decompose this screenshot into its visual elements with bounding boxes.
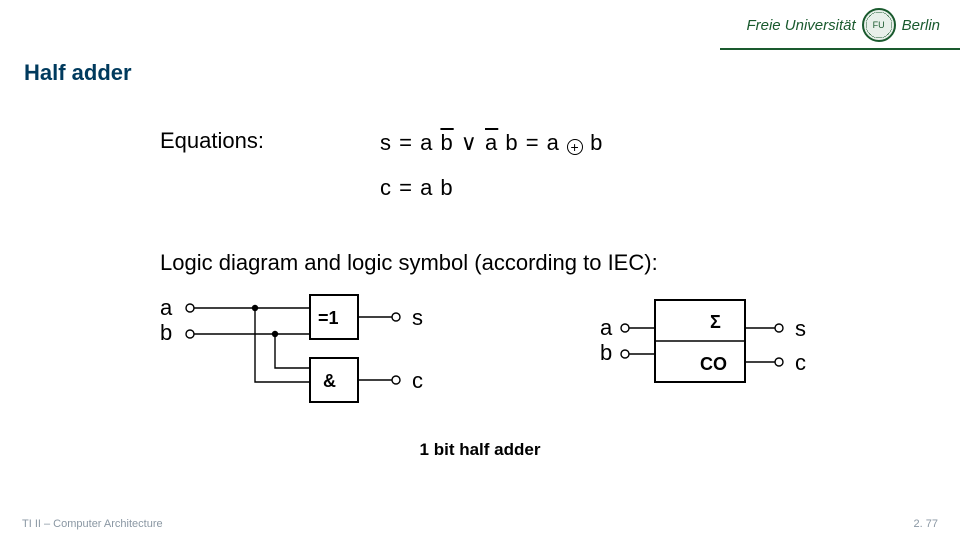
xor-icon: + [567,139,583,155]
diagrams: a b =1 & s c [160,290,860,440]
slide-root: Freie Universität FU Berlin Half adder E… [0,0,960,540]
eq-s-abar: a [485,130,498,155]
block-in-a-label: a [600,315,613,340]
university-logo: Freie Universität FU Berlin [746,8,940,42]
block-pin-s [775,324,783,332]
block-pin-a [621,324,629,332]
gate-pin-c [392,376,400,384]
gate-pin-b [186,330,194,338]
block-out-c-label: c [795,350,806,375]
block-pin-c [775,358,783,366]
eq-s-a1: a [420,130,440,155]
logic-diagram-svg: a b =1 & s c [160,290,860,440]
block-co-label: CO [700,354,727,374]
equations-label: Equations: [160,128,264,154]
block-in-b-label: b [600,340,612,365]
gate-out-c-label: c [412,368,423,393]
footer-page: 2. 77 [914,518,938,530]
header-rule [0,48,960,50]
logo-text-city: Berlin [902,17,940,34]
gate-in-b-label: b [160,320,172,345]
xor-gate-label: =1 [318,308,339,328]
block-pin-b [621,350,629,358]
equation-carry: c = a b [380,175,454,201]
footer-course: TI II – Computer Architecture [22,518,163,530]
iec-block-symbol: a b Σ CO s c [600,300,806,382]
and-gate-label: & [323,371,336,391]
block-sigma-label: Σ [710,312,721,332]
gate-pin-s [392,313,400,321]
eq-s-bbar: b [440,130,453,155]
slide-title: Half adder [24,60,132,86]
gate-out-s-label: s [412,305,423,330]
eq-s-b2: b = a [498,130,567,155]
diagram-heading: Logic diagram and logic symbol (accordin… [160,250,658,276]
gate-pin-a [186,304,194,312]
gate-in-a-label: a [160,295,173,320]
eq-s-lhs: s = [380,130,420,155]
logo-text-uni: Freie Universität [746,17,855,34]
eq-s-or: ∨ [454,130,485,155]
block-out-s-label: s [795,316,806,341]
seal-icon: FU [862,8,896,42]
eq-s-rhs: b [583,130,603,155]
diagram-caption: 1 bit half adder [0,440,960,460]
equation-sum: s = a b ∨ a b = a + b [380,130,603,156]
